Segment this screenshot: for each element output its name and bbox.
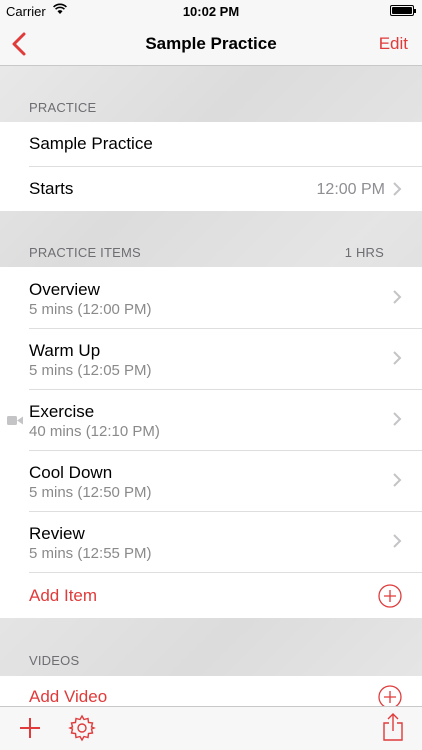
videos-group: Add Video <box>0 676 422 706</box>
status-time: 10:02 PM <box>182 4 240 19</box>
add-video-row[interactable]: Add Video <box>0 676 422 706</box>
item-title: Overview <box>29 280 100 299</box>
page-title: Sample Practice <box>145 34 277 53</box>
starts-row[interactable]: Starts 12:00 PM <box>0 167 422 211</box>
item-title: Warm Up <box>29 341 101 360</box>
edit-button[interactable]: Edit <box>379 34 408 54</box>
item-title: Exercise <box>29 402 95 421</box>
bottom-toolbar <box>0 706 422 750</box>
practice-item-review[interactable]: Review 5 mins (12:55 PM) <box>0 512 422 573</box>
plus-icon[interactable] <box>18 716 42 740</box>
chevron-right-icon <box>393 412 402 426</box>
practice-items-group: Overview 5 mins (12:00 PM) Warm Up 5 min… <box>0 267 422 618</box>
practice-group: Sample Practice Starts 12:00 PM <box>0 122 422 211</box>
navigation-bar: Sample Practice Edit <box>0 22 422 66</box>
practice-item-overview[interactable]: Overview 5 mins (12:00 PM) <box>0 267 422 328</box>
plus-circle-icon[interactable] <box>378 584 402 608</box>
item-detail: 5 mins (12:05 PM) <box>29 362 152 379</box>
practice-item-warm-up[interactable]: Warm Up 5 mins (12:05 PM) <box>0 329 422 390</box>
video-camera-icon <box>7 416 23 425</box>
battery-icon <box>390 5 416 16</box>
practice-name-row[interactable]: Sample Practice <box>0 122 422 166</box>
practice-total-duration: 1 HRS <box>344 245 384 260</box>
add-video-label: Add Video <box>29 687 108 706</box>
plus-circle-icon[interactable] <box>378 685 402 706</box>
starts-label: Starts <box>29 179 74 198</box>
gear-icon[interactable] <box>68 714 96 742</box>
practice-name: Sample Practice <box>29 134 153 153</box>
item-detail: 40 mins (12:10 PM) <box>29 423 160 440</box>
section-header-practice-items: PRACTICE ITEMS <box>29 245 141 260</box>
chevron-right-icon <box>393 473 402 487</box>
status-bar: Carrier 10:02 PM <box>0 0 422 22</box>
item-detail: 5 mins (12:50 PM) <box>29 484 152 501</box>
chevron-right-icon <box>393 182 402 196</box>
section-header-practice: PRACTICE <box>29 100 97 115</box>
add-item-row[interactable]: Add Item <box>0 573 422 618</box>
section-header-videos: VIDEOS <box>29 653 80 668</box>
chevron-right-icon <box>393 290 402 304</box>
chevron-right-icon <box>393 351 402 365</box>
add-item-label: Add Item <box>29 586 98 605</box>
item-title: Review <box>29 524 85 543</box>
starts-value: 12:00 PM <box>316 181 385 198</box>
share-icon[interactable] <box>382 712 404 742</box>
practice-item-exercise[interactable]: Exercise 40 mins (12:10 PM) <box>0 390 422 451</box>
chevron-right-icon <box>393 534 402 548</box>
item-detail: 5 mins (12:55 PM) <box>29 545 152 562</box>
item-detail: 5 mins (12:00 PM) <box>29 301 152 318</box>
practice-item-cool-down[interactable]: Cool Down 5 mins (12:50 PM) <box>0 451 422 512</box>
item-title: Cool Down <box>29 463 113 482</box>
